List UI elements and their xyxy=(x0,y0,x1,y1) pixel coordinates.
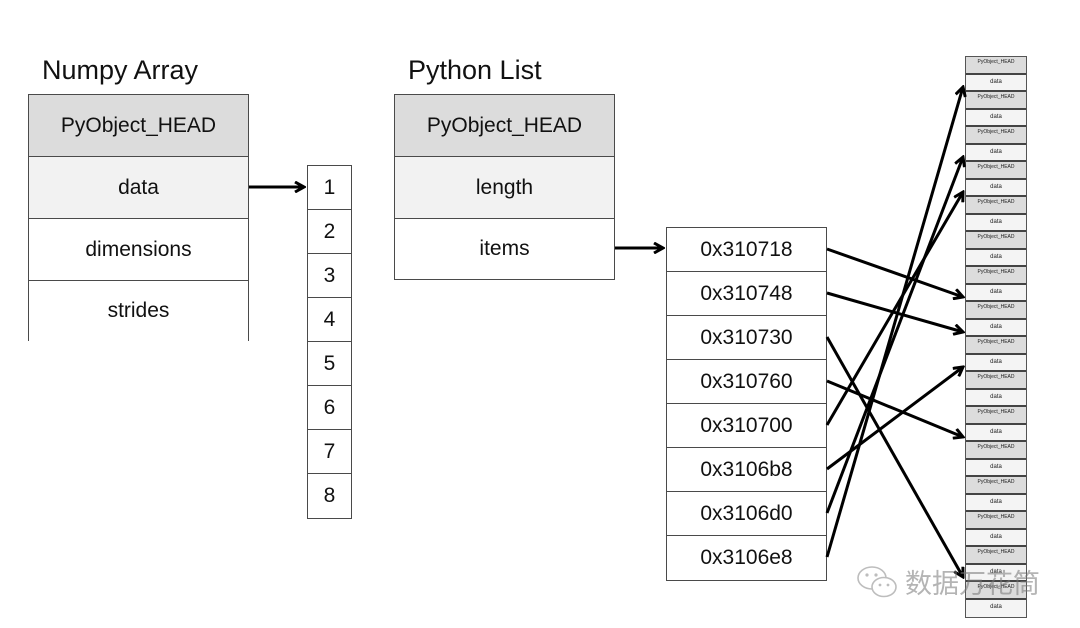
address-pointer-arrow xyxy=(825,87,963,558)
pointer-arrows xyxy=(249,0,1080,628)
address-pointer-arrow xyxy=(826,247,963,297)
watermark-text: 数据万花筒 xyxy=(905,569,1040,599)
address-pointer-arrow xyxy=(826,367,963,471)
wechat-icon xyxy=(857,565,897,597)
address-pointer-arrow xyxy=(825,192,963,426)
watermark: 数据万花筒 xyxy=(855,562,1040,601)
